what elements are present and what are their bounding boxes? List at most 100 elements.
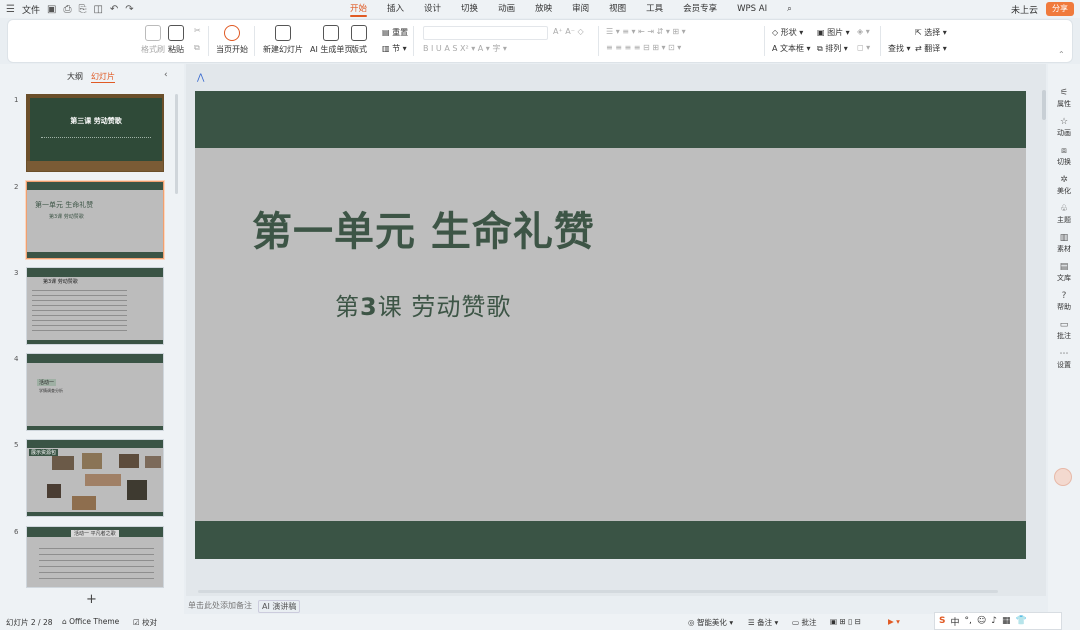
slide-thumbnail-2[interactable]: 第一单元 生命礼赞 第3课 劳动赞歌 (26, 181, 164, 259)
undo-icon[interactable]: ↶ (110, 4, 118, 15)
vertical-scrollbar[interactable] (1042, 90, 1046, 120)
sidebar-item-settings[interactable]: ⋯ 设置 (1048, 349, 1080, 370)
sidebar-item-beautify[interactable]: ✲ 美化 (1048, 175, 1080, 196)
find-button[interactable]: 查找 ▾ (888, 43, 911, 54)
picture-button[interactable]: ▣ 图片 ▾ (817, 27, 850, 38)
add-slide-button[interactable]: + (86, 592, 97, 607)
save-icon[interactable]: ▣ (47, 4, 56, 15)
mic-icon: ♪ (991, 616, 998, 626)
file-menu[interactable]: 文件 (22, 3, 40, 16)
slide-thumbnail-5[interactable]: 展示资源包 (26, 439, 164, 517)
format-painter-button[interactable]: 格式刷 (141, 25, 165, 55)
status-bar: 幻灯片 2 / 28 ⌂ Office Theme ☑ 校对 ◎ 智能美化 ▾ … (0, 614, 1080, 630)
assets-icon: ▥ (1059, 233, 1069, 243)
smart-beautify-button[interactable]: ◎ 智能美化 ▾ (688, 617, 733, 628)
share-button[interactable]: 分享 (1046, 2, 1074, 16)
cloud-status[interactable]: 未上云 (1011, 3, 1038, 16)
search-icon[interactable]: ⌕ (777, 0, 802, 18)
font-name-box[interactable] (423, 26, 548, 40)
tab-review[interactable]: 审阅 (562, 0, 599, 18)
collapse-panel-icon[interactable]: ‹ (164, 70, 168, 80)
ai-assistant-icon[interactable]: ⋀ (197, 73, 209, 85)
ribbon-toolbar: 格式刷 粘贴 ✂ ⧉ 当页开始 新建幻灯片 AI 生成单页 版式 ▤ 重置 ▥ … (8, 20, 1072, 62)
slide-thumbnail-6[interactable]: 活动一 平凡者之歌 (26, 526, 164, 588)
slide-subtitle[interactable]: 第3课 劳动赞歌 (335, 287, 511, 322)
comment-icon: ▭ (1059, 320, 1069, 330)
tab-slides[interactable]: 幻灯片 (91, 71, 115, 83)
thumb-subtitle: 第3课 劳动赞歌 (49, 214, 84, 220)
sidebar-item-theme[interactable]: ♧ 主题 (1048, 204, 1080, 225)
slide-thumbnail-1[interactable]: 第三课 劳动赞歌 (26, 94, 164, 172)
translate-button[interactable]: ⇄ 翻译 ▾ (915, 43, 947, 54)
tab-animation[interactable]: 动画 (488, 0, 525, 18)
arrange-button[interactable]: ⧉ 排列 ▾ (817, 43, 848, 54)
export-icon[interactable]: ⎙ (63, 4, 71, 15)
tab-slideshow[interactable]: 放映 (525, 0, 562, 18)
proofread-button[interactable]: ☑ 校对 (133, 617, 157, 628)
ime-lang[interactable]: 中 (950, 615, 959, 628)
sidebar-item-properties[interactable]: ⚟ 属性 (1048, 88, 1080, 109)
sidebar-item-help[interactable]: ? 帮助 (1048, 291, 1080, 312)
tab-wps-ai[interactable]: WPS AI (727, 0, 777, 18)
notes-placeholder[interactable]: 单击此处添加备注 (188, 600, 252, 613)
collapse-ribbon-icon[interactable]: ⌃ (1058, 50, 1065, 59)
slide-thumbnail-3[interactable]: 第3课 劳动赞歌 (26, 267, 164, 345)
tab-view[interactable]: 视图 (599, 0, 636, 18)
reset-button[interactable]: ▤ 重置 (382, 27, 408, 38)
cut-icon[interactable]: ✂ (194, 26, 201, 35)
font-size-icons[interactable]: A⁺ A⁻ ◇ (553, 27, 584, 36)
emoji-icon: ☺ (976, 616, 987, 626)
sidebar-item-comments[interactable]: ▭ 批注 (1048, 320, 1080, 341)
section-button[interactable]: ▥ 节 ▾ (382, 43, 407, 54)
thumb-title: 第3课 劳动赞歌 (43, 279, 78, 285)
horizontal-scrollbar[interactable] (198, 590, 998, 593)
sidebar-item-library[interactable]: ▤ 文库 (1048, 262, 1080, 283)
ai-speech-button[interactable]: AI 演讲稿 (258, 600, 301, 613)
tab-transition[interactable]: 切换 (451, 0, 488, 18)
notes-area[interactable]: 单击此处添加备注 AI 演讲稿 (188, 600, 301, 613)
align-icons[interactable]: ≡ ≡ ≡ ≡ ⊟ ⊞ ▾ ⊡ ▾ (606, 43, 681, 52)
sidebar-item-transition[interactable]: ⧈ 切换 (1048, 146, 1080, 167)
play-slideshow-icon[interactable]: ▶ ▾ (888, 617, 900, 626)
preview-icon[interactable]: ◫ (93, 4, 102, 15)
print-icon[interactable]: ⎘ (78, 4, 86, 15)
ime-toolbar[interactable]: S 中 °, ☺ ♪ ▦ 👕 (934, 612, 1062, 630)
copy-icon[interactable]: ⧉ (194, 43, 200, 53)
tab-home[interactable]: 开始 (340, 0, 377, 18)
ai-slide-icon (323, 25, 340, 41)
list-icons[interactable]: ☰ ▾ ≡ ▾ ⇤ ⇥ ⇵ ▾ ⊞ ▾ (606, 27, 686, 36)
play-current-button[interactable]: 当页开始 (216, 25, 248, 55)
shape-button[interactable]: ◇ 形状 ▾ (772, 27, 803, 38)
menu-icon[interactable]: ☰ (6, 4, 15, 15)
fill-icon[interactable]: ◈ ▾ (857, 27, 870, 36)
assistant-avatar[interactable] (1054, 468, 1072, 486)
theme-name[interactable]: ⌂ Office Theme (62, 617, 119, 626)
tab-design[interactable]: 设计 (414, 0, 451, 18)
thumbnail-scrollbar[interactable] (175, 94, 178, 194)
slide-thumbnail-4[interactable]: 活动一 学情调查分析 (26, 353, 164, 431)
current-slide[interactable]: 第一单元 生命礼赞 第3课 劳动赞歌 (195, 91, 1026, 559)
layout-button[interactable]: 版式 (351, 25, 367, 55)
sidebar-item-assets[interactable]: ▥ 素材 (1048, 233, 1080, 254)
select-button[interactable]: ⇱ 选择 ▾ (915, 27, 947, 38)
redo-icon[interactable]: ↷ (125, 4, 133, 15)
sidebar-item-animation[interactable]: ☆ 动画 (1048, 117, 1080, 138)
ime-logo-icon: S (939, 616, 946, 626)
comments-toggle[interactable]: ▭ 批注 (792, 617, 816, 628)
tab-insert[interactable]: 插入 (377, 0, 414, 18)
outline-icon[interactable]: ◻ ▾ (857, 43, 870, 52)
textbox-button[interactable]: A 文本框 ▾ (772, 43, 811, 54)
new-slide-button[interactable]: 新建幻灯片 (263, 25, 303, 55)
tab-member[interactable]: 会员专享 (673, 0, 727, 18)
magic-icon: ✲ (1060, 175, 1068, 185)
slide-title[interactable]: 第一单元 生命礼赞 (252, 199, 595, 257)
notes-toggle[interactable]: ☰ 备注 ▾ (748, 617, 778, 628)
view-mode-icons[interactable]: ▣ ⊞ ▯ ⊟ (830, 617, 861, 626)
font-style-icons[interactable]: B I U A S X² ▾ A ▾ 字 ▾ (423, 43, 507, 54)
ai-generate-button[interactable]: AI 生成单页 (310, 25, 352, 55)
tab-tools[interactable]: 工具 (636, 0, 673, 18)
tab-outline[interactable]: 大纲 (67, 71, 83, 83)
thumb-title: 活动一 平凡者之歌 (71, 530, 119, 537)
paste-button[interactable]: 粘贴 (168, 25, 184, 55)
star-icon: ☆ (1059, 117, 1069, 127)
